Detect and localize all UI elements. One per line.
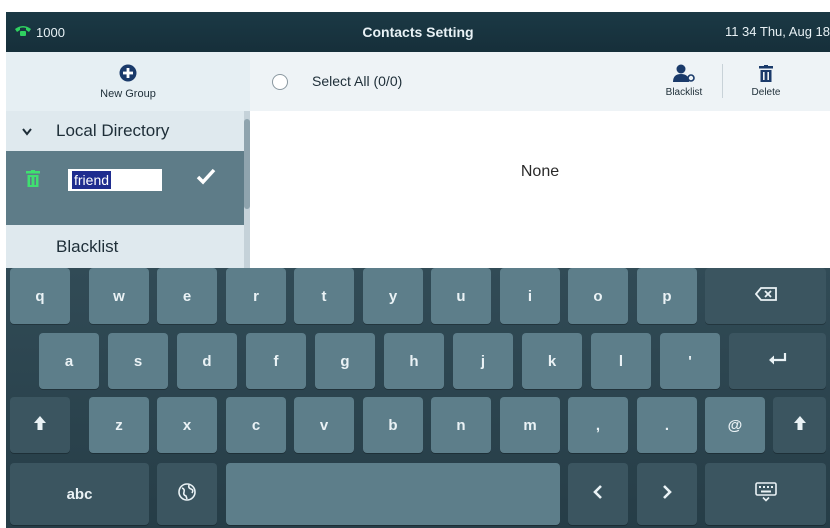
key-c[interactable]: c <box>226 397 286 453</box>
cursor-left-key[interactable] <box>568 463 628 525</box>
local-directory-label: Local Directory <box>56 121 170 140</box>
space-key[interactable] <box>226 463 560 525</box>
key-z[interactable]: z <box>89 397 149 453</box>
group-name-selected-text: friend <box>72 171 112 189</box>
trash-icon[interactable] <box>26 170 40 192</box>
date-time: 11 34 Thu, Aug 18 <box>724 24 830 39</box>
trash-icon <box>759 64 773 85</box>
key-h[interactable]: h <box>384 333 444 389</box>
enter-key[interactable] <box>729 333 826 389</box>
shift-arrow-icon <box>33 415 47 435</box>
delete-button-label: Delete <box>751 86 781 98</box>
checkmark-icon[interactable] <box>196 168 216 191</box>
group-list-panel: New Group Local Directory friend Blackli… <box>6 52 250 268</box>
key-comma[interactable]: , <box>568 397 628 453</box>
group-item-blacklist[interactable]: Blacklist <box>6 225 244 268</box>
shift-key-left[interactable] <box>10 397 70 453</box>
key-f[interactable]: f <box>246 333 306 389</box>
chevron-down-icon <box>22 121 44 141</box>
language-key[interactable] <box>157 463 217 525</box>
key-m[interactable]: m <box>500 397 560 453</box>
key-t[interactable]: t <box>294 268 354 324</box>
new-group-button[interactable]: New Group <box>6 52 250 111</box>
blacklist-button[interactable]: Blacklist <box>656 58 712 104</box>
globe-icon <box>178 483 196 505</box>
cursor-right-key[interactable] <box>637 463 697 525</box>
toolbar-divider <box>722 64 723 98</box>
key-w[interactable]: w <box>89 268 149 324</box>
on-screen-keyboard: q w e r t y u i o p a s d f g h j k l ' <box>6 268 830 528</box>
key-i[interactable]: i <box>500 268 560 324</box>
status-bar: 1000 Contacts Setting 11 34 Thu, Aug 18 <box>6 12 830 52</box>
group-item-editing: friend <box>6 151 244 225</box>
group-name-input[interactable]: friend <box>68 169 162 191</box>
blacklist-user-icon <box>673 64 695 85</box>
key-u[interactable]: u <box>431 268 491 324</box>
key-l[interactable]: l <box>591 333 651 389</box>
key-s[interactable]: s <box>108 333 168 389</box>
key-d[interactable]: d <box>177 333 237 389</box>
shift-arrow-icon <box>793 415 807 435</box>
key-p[interactable]: p <box>637 268 697 324</box>
backspace-key[interactable] <box>705 268 826 324</box>
select-all-radio[interactable] <box>272 74 288 90</box>
new-group-label: New Group <box>100 87 156 100</box>
select-all-label[interactable]: Select All (0/0) <box>312 52 402 111</box>
blacklist-button-label: Blacklist <box>665 87 703 98</box>
backspace-icon <box>754 287 777 305</box>
key-apostrophe[interactable]: ' <box>660 333 720 389</box>
page-title: Contacts Setting <box>362 24 474 40</box>
contacts-toolbar: Select All (0/0) Blacklist Delete <box>250 52 830 111</box>
key-period[interactable]: . <box>637 397 697 453</box>
shift-key-right[interactable] <box>773 397 826 453</box>
chevron-left-icon <box>593 485 603 503</box>
key-r[interactable]: r <box>226 268 286 324</box>
key-q[interactable]: q <box>10 268 70 324</box>
abc-mode-key[interactable]: abc <box>10 463 149 525</box>
group-item-local-directory[interactable]: Local Directory <box>6 111 244 151</box>
blacklist-group-label: Blacklist <box>56 236 119 256</box>
key-y[interactable]: y <box>363 268 423 324</box>
key-j[interactable]: j <box>453 333 513 389</box>
plus-circle-icon <box>119 64 137 85</box>
key-e[interactable]: e <box>157 268 217 324</box>
key-v[interactable]: v <box>294 397 354 453</box>
contacts-panel: Select All (0/0) Blacklist Delete None <box>250 52 830 268</box>
enter-icon <box>768 352 788 370</box>
key-n[interactable]: n <box>431 397 491 453</box>
key-k[interactable]: k <box>522 333 582 389</box>
key-a[interactable]: a <box>39 333 99 389</box>
hide-keyboard-key[interactable] <box>705 463 826 525</box>
key-b[interactable]: b <box>363 397 423 453</box>
delete-button[interactable]: Delete <box>738 58 794 104</box>
key-x[interactable]: x <box>157 397 217 453</box>
key-o[interactable]: o <box>568 268 628 324</box>
keyboard-hide-icon <box>754 482 777 506</box>
key-at[interactable]: @ <box>705 397 765 453</box>
chevron-right-icon <box>662 485 672 503</box>
key-g[interactable]: g <box>315 333 375 389</box>
phone-screen: 1000 Contacts Setting 11 34 Thu, Aug 18 … <box>6 12 830 528</box>
empty-state-text: None <box>520 163 560 180</box>
